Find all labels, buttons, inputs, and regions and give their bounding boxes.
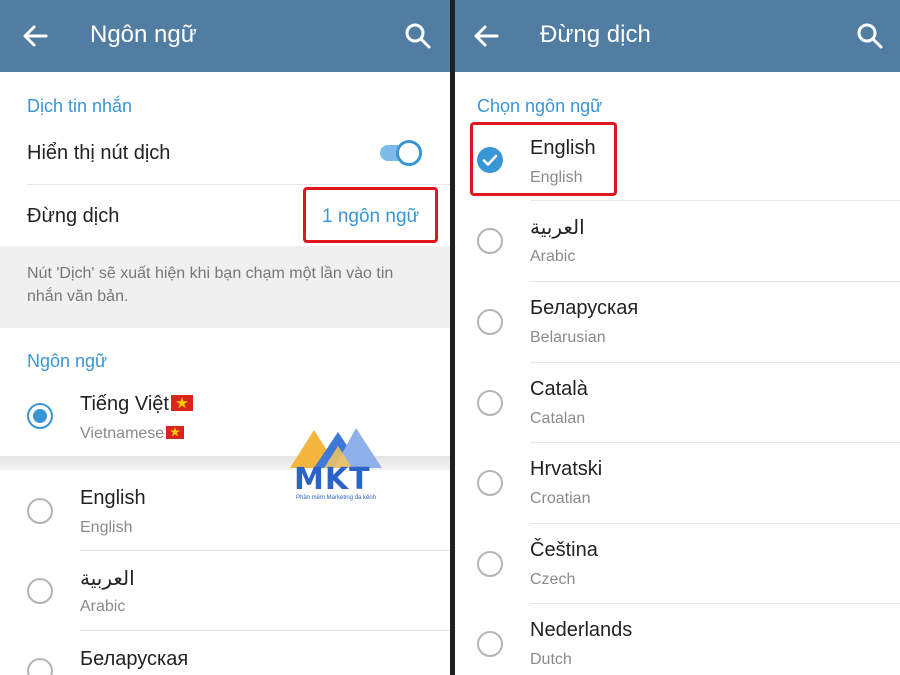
language-name: العربية [530,217,585,239]
language-name: Hrvatski [530,458,603,480]
radio-unselected[interactable] [477,309,503,335]
divider [530,281,900,282]
language-subtitle: Arabic [530,248,576,265]
app-bar: Ngôn ngữ [0,0,450,72]
back-arrow-icon[interactable] [471,22,501,50]
language-settings-screen: Ngôn ngữ Dịch tin nhắn Hiển thị nút dịch… [0,0,450,675]
language-name: Беларуская [530,297,639,319]
radio-unselected[interactable] [477,551,503,577]
language-name: Беларуская [80,648,189,670]
radio-unselected[interactable] [477,470,503,496]
toggle-knob [396,140,422,166]
language-name: Nederlands [530,619,633,641]
language-name: العربية [80,568,135,590]
app-bar: Đừng dịch [455,0,900,72]
language-item[interactable]: Hrvatski Croatian [455,444,900,524]
page-title: Đừng dịch [540,21,651,48]
search-icon[interactable] [404,22,432,50]
radio-unselected[interactable] [27,658,53,675]
mkt-tagline: Phần mềm Marketing đa kênh [296,495,377,501]
search-icon[interactable] [856,22,884,50]
divider [80,550,450,551]
choose-language-header: Chọn ngôn ngữ [477,96,603,116]
language-item[interactable]: Беларуская Belarusian [455,283,900,363]
language-item[interactable]: Беларуская [0,632,450,675]
language-item[interactable]: Čeština Czech [455,525,900,605]
divider [530,603,900,604]
do-not-translate-label: Đừng dịch [27,205,120,227]
show-translate-label: Hiển thị nút dịch [27,142,171,164]
language-subtitle: Czech [530,571,576,588]
language-item[interactable]: العربية Arabic [0,552,450,630]
vietnam-flag-icon [166,426,185,439]
hint-text: Nút 'Dịch' sẽ xuất hiện khi bạn chạm một… [27,265,394,305]
language-section-header: Ngôn ngữ [27,351,108,371]
language-item[interactable]: العربية Arabic [455,202,900,282]
radio-unselected[interactable] [477,631,503,657]
highlight-box [470,122,617,196]
show-translate-toggle[interactable] [380,139,424,167]
radio-unselected[interactable] [477,228,503,254]
do-not-translate-screen: Đừng dịch Chọn ngôn ngữ English English … [455,0,900,675]
language-subtitle: Croatian [530,490,591,507]
language-subtitle: English [80,519,133,536]
radio-unselected[interactable] [477,390,503,416]
language-item[interactable]: Nederlands Dutch [455,605,900,675]
hint-box: Nút 'Dịch' sẽ xuất hiện khi bạn chạm một… [0,246,450,328]
page-title: Ngôn ngữ [90,21,197,48]
back-arrow-icon[interactable] [20,22,50,50]
language-name: Català [530,378,588,400]
divider [530,523,900,524]
translate-section-header: Dịch tin nhắn [27,96,133,116]
radio-unselected[interactable] [27,578,53,604]
language-name: Tiếng Việt [80,393,193,416]
language-name: English [80,487,146,509]
radio-selected[interactable] [27,403,53,429]
language-subtitle: Belarusian [530,329,606,346]
divider [530,442,900,443]
divider [27,184,450,185]
language-item[interactable]: Català Catalan [455,364,900,444]
mkt-watermark-logo: MKT Phần mềm Marketing đa kênh [286,424,386,504]
vietnam-flag-icon [170,395,193,411]
divider [80,630,450,631]
language-subtitle: Catalan [530,410,586,427]
language-subtitle: Arabic [80,598,126,615]
divider [530,362,900,363]
language-name: Čeština [530,539,598,561]
divider [530,200,900,201]
language-subtitle: Vietnamese [80,425,185,443]
mkt-brand: MKT [294,462,371,497]
radio-unselected[interactable] [27,498,53,524]
language-subtitle: Dutch [530,651,572,668]
highlight-box [303,187,438,243]
